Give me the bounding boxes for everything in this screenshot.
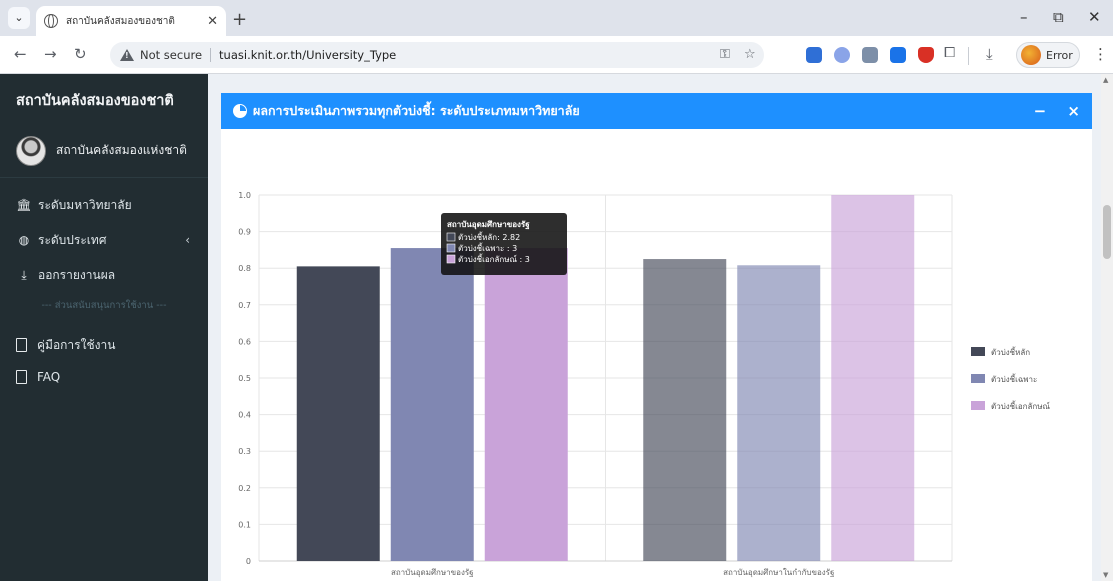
sidebar-item-label: ออกรายงานผล xyxy=(38,267,116,282)
sidebar-item-university[interactable]: 🏛 ระดับมหาวิทยาลัย xyxy=(0,190,208,220)
browser-menu-icon[interactable]: ⋮ xyxy=(1093,45,1108,63)
chart-box-title: ผลการประเมินภาพรวมทุกตัวบ่งชี้: ระดับประ… xyxy=(253,103,580,118)
legend-label: ตัวบ่งชี้หลัก xyxy=(991,346,1030,357)
file-icon xyxy=(16,338,27,352)
legend-swatch xyxy=(971,374,985,383)
browser-tab[interactable]: สถาบันคลังสมองของชาติ ✕ xyxy=(36,6,226,36)
y-tick-label: 0.9 xyxy=(238,228,251,237)
sidebar-brand[interactable]: สถาบันคลังสมองของชาติ xyxy=(0,74,208,124)
university-icon: 🏛 xyxy=(16,198,32,212)
y-tick-label: 0 xyxy=(246,557,251,566)
tab-close-icon[interactable]: ✕ xyxy=(207,14,218,29)
bar xyxy=(831,195,915,561)
new-tab-button[interactable]: + xyxy=(232,9,247,30)
y-tick-label: 0.3 xyxy=(238,447,251,456)
file-icon xyxy=(16,370,27,384)
scroll-down-arrow-icon[interactable]: ▼ xyxy=(1103,571,1108,579)
tooltip-swatch xyxy=(446,254,456,264)
extensions-puzzle-icon[interactable]: ⧠ xyxy=(944,45,955,61)
shield-extension-icon[interactable] xyxy=(918,47,934,63)
sidebar-item-label: FAQ xyxy=(37,370,61,384)
sidebar-section-header: --- ส่วนสนับสนุนการใช้งาน --- xyxy=(41,300,167,311)
user-name: สถาบันคลังสมองแห่งชาติ xyxy=(56,143,187,157)
forward-button[interactable]: → xyxy=(44,45,57,63)
tab-search-button[interactable]: ⌄ xyxy=(8,7,30,29)
scroll-up-arrow-icon[interactable]: ▲ xyxy=(1103,76,1108,84)
sidebar-item-country[interactable]: ◍ ระดับประเทศ ‹ xyxy=(0,225,208,255)
address-bar[interactable]: Not secure tuasi.knit.or.th/University_T… xyxy=(110,42,764,68)
toolbar-divider xyxy=(968,47,969,65)
box-tools: − × xyxy=(1018,102,1080,120)
profile-error-button[interactable]: Error xyxy=(1016,42,1080,68)
legend-swatch xyxy=(971,347,985,356)
restore-window-button[interactable]: ⧉ xyxy=(1053,8,1064,26)
sidebar: สถาบันคลังสมองของชาติ สถาบันคลังสมองแห่ง… xyxy=(0,74,208,581)
legend-swatch xyxy=(971,401,985,410)
bar xyxy=(390,248,474,561)
sidebar-item-label: ระดับมหาวิทยาลัย xyxy=(38,197,132,212)
close-box-button[interactable]: × xyxy=(1067,102,1080,120)
vpn-extension-icon[interactable] xyxy=(890,47,906,63)
close-window-button[interactable]: ✕ xyxy=(1088,8,1101,26)
legend-label: ตัวบ่งชี้เอกลักษณ์ xyxy=(991,400,1051,411)
y-tick-label: 0.4 xyxy=(238,411,251,420)
bar xyxy=(484,248,568,561)
globe-icon xyxy=(44,14,58,28)
chart-box: ผลการประเมินภาพรวมทุกตัวบ่งชี้: ระดับประ… xyxy=(221,93,1092,581)
tooltip-swatch xyxy=(446,232,456,242)
browser-toolbar: ← → ↻ Not secure tuasi.knit.or.th/Univer… xyxy=(0,36,1113,74)
scrollbar-thumb[interactable] xyxy=(1103,205,1111,259)
y-tick-label: 1.0 xyxy=(238,191,251,200)
minimize-window-button[interactable]: – xyxy=(1020,8,1028,26)
tooltip-swatch xyxy=(446,243,456,253)
chevron-left-icon: ‹ xyxy=(185,233,190,247)
bookmark-star-icon[interactable]: ☆ xyxy=(744,47,756,62)
y-tick-label: 0.1 xyxy=(238,520,251,529)
page-scrollbar[interactable]: ▲ ▼ xyxy=(1101,74,1113,581)
page-viewport: สถาบันคลังสมองของชาติ สถาบันคลังสมองแห่ง… xyxy=(0,74,1113,581)
user-panel: สถาบันคลังสมองแห่งชาติ xyxy=(0,124,208,178)
extension-icon[interactable] xyxy=(834,47,850,63)
profile-status-label: Error xyxy=(1046,48,1073,62)
sidebar-item-report[interactable]: ⤓ ออกรายงานผล xyxy=(0,260,208,290)
translate-extension-icon[interactable] xyxy=(806,47,822,63)
y-tick-label: 0.7 xyxy=(238,301,251,310)
y-tick-label: 0.6 xyxy=(238,337,251,346)
x-tick-label: สถาบันอุดมศึกษาในกำกับของรัฐ xyxy=(723,568,834,577)
download-icon: ⤓ xyxy=(21,267,27,282)
tooltip-line: ตัวบ่งชี้หลัก: 2.82 xyxy=(458,231,520,242)
sidebar-item-faq[interactable]: FAQ xyxy=(0,362,208,392)
bar xyxy=(643,259,727,561)
reload-button[interactable]: ↻ xyxy=(74,45,87,63)
bar xyxy=(737,265,821,561)
profile-avatar xyxy=(1021,45,1041,65)
bar-chart: 0 0.1 0.2 0.3 0.4 0.5 0.6 0.7 0.8 0.9 1.0 สถาบันอุด… xyxy=(238,191,1051,577)
tooltip-line: ตัวบ่งชี้เอกลักษณ์ : 3 xyxy=(458,253,530,264)
legend-label: ตัวบ่งชี้เฉพาะ xyxy=(991,373,1037,384)
reader-extension-icon[interactable] xyxy=(862,47,878,63)
browser-tab-strip: ⌄ สถาบันคลังสมองของชาติ ✕ + – ⧉ ✕ xyxy=(0,0,1113,36)
sidebar-item-manual[interactable]: คู่มือการใช้งาน xyxy=(0,330,208,360)
sidebar-item-label: ระดับประเทศ xyxy=(38,232,107,247)
sidebar-item-label: คู่มือการใช้งาน xyxy=(37,337,116,352)
chart-box-header: ผลการประเมินภาพรวมทุกตัวบ่งชี้: ระดับประ… xyxy=(221,93,1092,129)
warning-icon xyxy=(120,49,134,61)
download-icon[interactable]: ⤓ xyxy=(986,45,993,63)
not-secure-label[interactable]: Not secure xyxy=(140,48,212,62)
password-key-icon[interactable]: ⚿ xyxy=(720,47,730,62)
globe-icon: ◍ xyxy=(18,233,30,247)
pie-chart-icon xyxy=(233,104,247,118)
y-tick-label: 0.8 xyxy=(238,264,251,273)
url-text[interactable]: tuasi.knit.or.th/University_Type xyxy=(219,48,396,62)
bar xyxy=(296,266,380,561)
y-tick-label: 0.5 xyxy=(238,374,251,383)
tooltip-title: สถาบันอุดมศึกษาของรัฐ xyxy=(447,220,530,230)
user-avatar xyxy=(16,135,46,166)
tab-title: สถาบันคลังสมองของชาติ xyxy=(66,15,175,27)
tooltip-line: ตัวบ่งชี้เฉพาะ : 3 xyxy=(458,242,517,253)
minimize-box-button[interactable]: − xyxy=(1034,102,1047,120)
y-tick-label: 0.2 xyxy=(238,484,251,493)
x-tick-label: สถาบันอุดมศึกษาของรัฐ xyxy=(391,568,474,577)
back-button[interactable]: ← xyxy=(14,45,27,63)
